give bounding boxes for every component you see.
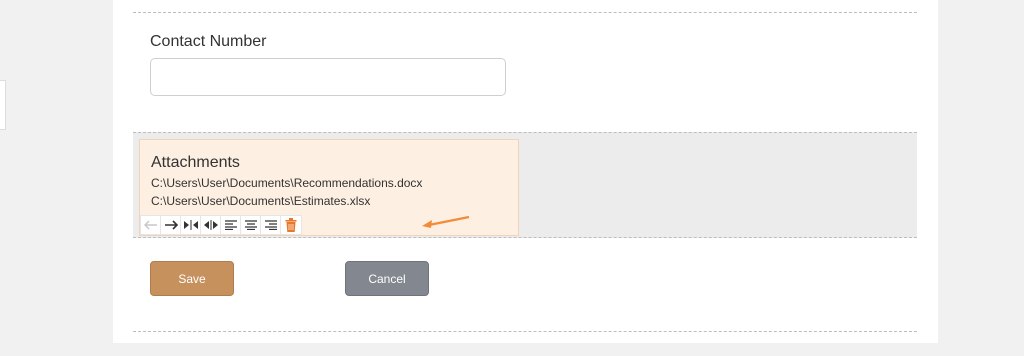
attachment-file[interactable]: C:\Users\User\Documents\Recommendations.…: [151, 176, 422, 190]
divider: [133, 12, 917, 13]
attachment-file[interactable]: C:\Users\User\Documents\Estimates.xlsx: [151, 194, 370, 208]
divider: [133, 331, 917, 332]
collapse-icon[interactable]: [181, 216, 201, 234]
align-left-icon[interactable]: [221, 216, 241, 234]
cancel-button[interactable]: Cancel: [345, 261, 429, 296]
side-panel-edge: [0, 80, 6, 130]
attachments-title: Attachments: [151, 154, 240, 171]
save-button[interactable]: Save: [150, 261, 234, 296]
contact-number-input[interactable]: [150, 58, 506, 96]
align-right-icon[interactable]: [261, 216, 281, 234]
arrow-left-icon[interactable]: [141, 216, 161, 234]
align-center-icon[interactable]: [241, 216, 261, 234]
annotation-arrow-icon: [422, 215, 470, 228]
expand-icon[interactable]: [201, 216, 221, 234]
trash-icon[interactable]: [281, 216, 301, 234]
contact-number-label: Contact Number: [150, 33, 267, 50]
form-panel: Contact Number Attachments C:\Users\User…: [113, 0, 938, 343]
arrow-right-icon[interactable]: [161, 216, 181, 234]
attachment-toolbar: [140, 215, 302, 235]
